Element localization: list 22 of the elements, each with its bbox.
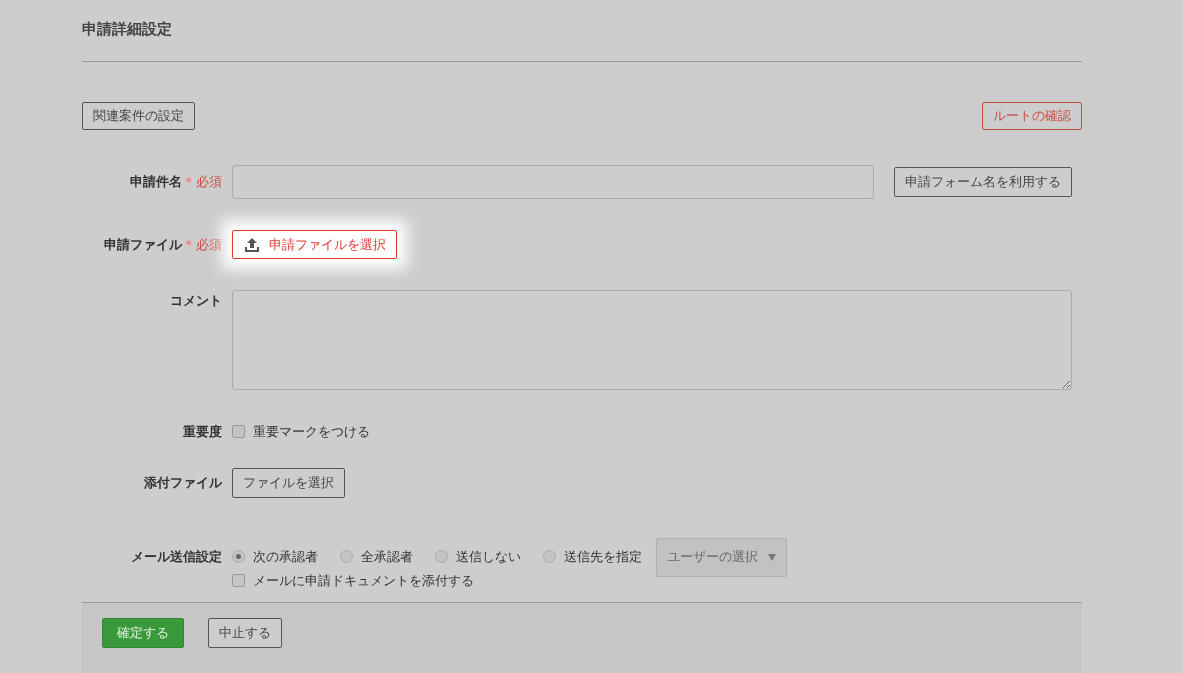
field-label: 申請ファイル [103, 235, 182, 254]
radio-label: 送信先を指定 [564, 547, 642, 566]
checkbox-label: メールに申請ドキュメントを添付する [253, 571, 474, 590]
required-mark: * [185, 173, 192, 192]
radio-label: 全承認者 [361, 547, 413, 566]
required-text: 必須 [196, 173, 222, 192]
required-mark: * [185, 235, 192, 254]
radio-label: 次の承認者 [253, 547, 318, 566]
field-label: 重要度 [183, 423, 222, 441]
field-label: 申請件名 [129, 173, 182, 192]
checkbox-label: 重要マークをつける [253, 423, 370, 441]
field-label: 添付ファイル [144, 473, 222, 492]
select-application-file-button[interactable]: 申請ファイルを選択 [232, 230, 397, 259]
related-case-button[interactable]: 関連案件の設定 [82, 102, 195, 130]
field-label: コメント [170, 292, 222, 310]
select-file-button[interactable]: ファイルを選択 [232, 467, 345, 498]
page-title: 申請詳細設定 [82, 20, 172, 38]
cancel-button[interactable]: 中止する [208, 618, 282, 648]
use-form-name-button[interactable]: 申請フォーム名を利用する [894, 167, 1072, 197]
required-text: 必須 [196, 235, 222, 254]
radio-label: 送信しない [456, 547, 521, 566]
field-label: メール送信設定 [131, 547, 222, 566]
